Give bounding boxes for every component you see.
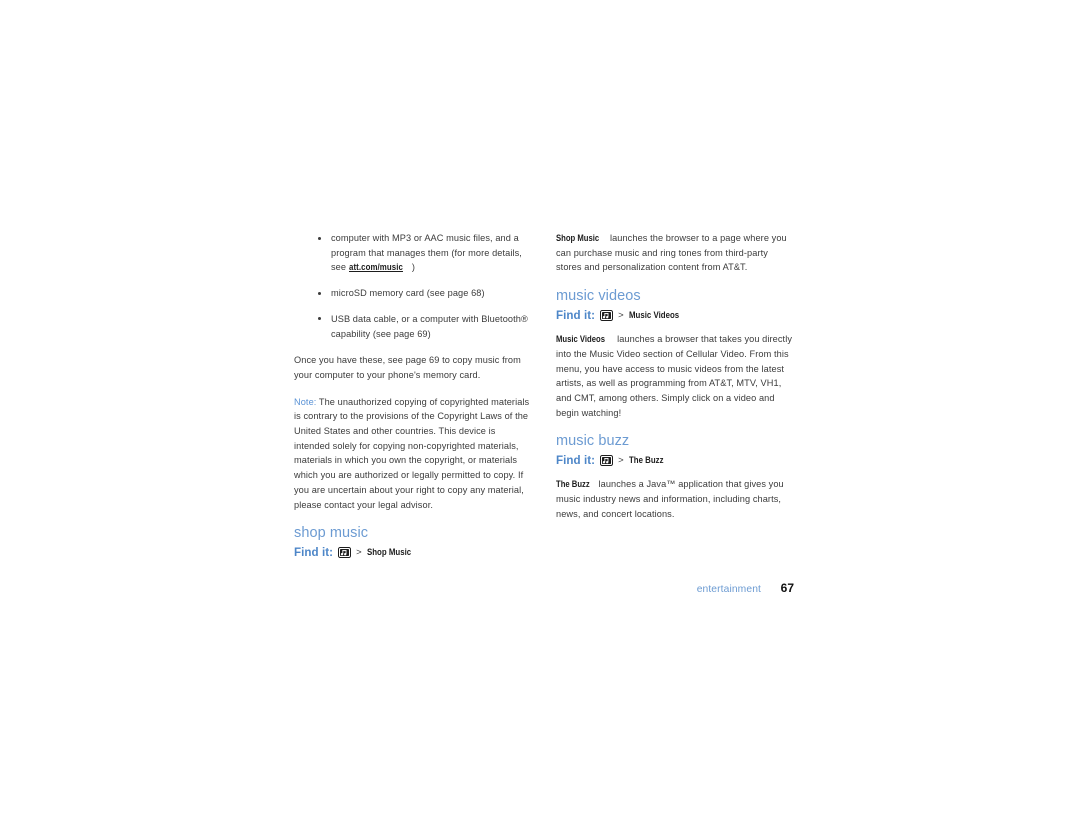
note-label: Note: [294, 396, 317, 407]
copy-music-paragraph: Once you have these, see page 69 to copy… [294, 355, 521, 380]
left-column: computer with MP3 or AAC music files, an… [294, 231, 532, 569]
find-it-label: Find it: [556, 309, 596, 323]
heading-music-videos: music videos [556, 288, 641, 305]
requirements-bullet-list: computer with MP3 or AAC music files, an… [294, 231, 532, 341]
bullet-text-post: ) [411, 262, 416, 273]
list-item: microSD memory card (see page 68) [294, 286, 532, 301]
music-menu-icon [600, 310, 614, 322]
term-the-buzz: The Buzz [556, 478, 590, 490]
find-it-path: Shop Music [366, 547, 411, 559]
list-item: computer with MP3 or AAC music files, an… [294, 231, 532, 275]
footer-chapter-label: entertainment [696, 584, 761, 595]
find-it-shop-music: Find it: > Shop Music [294, 545, 532, 560]
footer-page-number: 67 [780, 581, 794, 595]
find-it-path: The Buzz [628, 455, 664, 467]
shop-music-description: Shop Music launches the browser to a pag… [556, 231, 794, 275]
term-shop-music: Shop Music [556, 232, 600, 243]
music-menu-icon [600, 455, 614, 467]
bullet-dot-icon [318, 236, 321, 240]
list-item: USB data cable, or a computer with Bluet… [294, 312, 532, 341]
find-it-music-videos: Find it: > Music Videos [556, 308, 794, 323]
bullet-text-pre: microSD memory card (see page 68) [331, 288, 485, 299]
bullet-dot-icon [318, 291, 321, 295]
find-it-separator: > [618, 310, 624, 322]
term-music-videos: Music Videos [556, 333, 605, 345]
heading-music-buzz: music buzz [556, 433, 630, 450]
find-it-separator: > [356, 547, 362, 559]
manual-page: computer with MP3 or AAC music files, an… [0, 0, 1080, 834]
music-menu-icon [338, 547, 352, 559]
bullet-text-pre: USB data cable, or a computer with Bluet… [331, 313, 528, 339]
footer-inner: entertainment 67 [294, 581, 794, 595]
find-it-separator: > [618, 455, 624, 467]
copyright-note-paragraph: Note: The unauthorized copying of copyri… [294, 395, 532, 513]
bullet-dot-icon [318, 317, 321, 321]
find-it-label: Find it: [294, 546, 334, 560]
music-buzz-description: The Buzz launches a Java™ application th… [556, 477, 794, 521]
find-it-path: Music Videos [628, 310, 679, 322]
music-buzz-description-text: launches a Java™ application that gives … [556, 479, 784, 519]
note-text: The unauthorized copying of copyrighted … [294, 396, 530, 510]
page-footer: entertainment 67 [294, 581, 794, 599]
heading-shop-music: shop music [294, 525, 369, 542]
find-it-music-buzz: Find it: > The Buzz [556, 453, 794, 468]
right-column: Shop Music launches the browser to a pag… [556, 231, 794, 533]
att-music-link[interactable]: att.com/music [349, 260, 403, 275]
music-videos-description: Music Videos launches a browser that tak… [556, 332, 794, 420]
find-it-label: Find it: [556, 454, 596, 468]
